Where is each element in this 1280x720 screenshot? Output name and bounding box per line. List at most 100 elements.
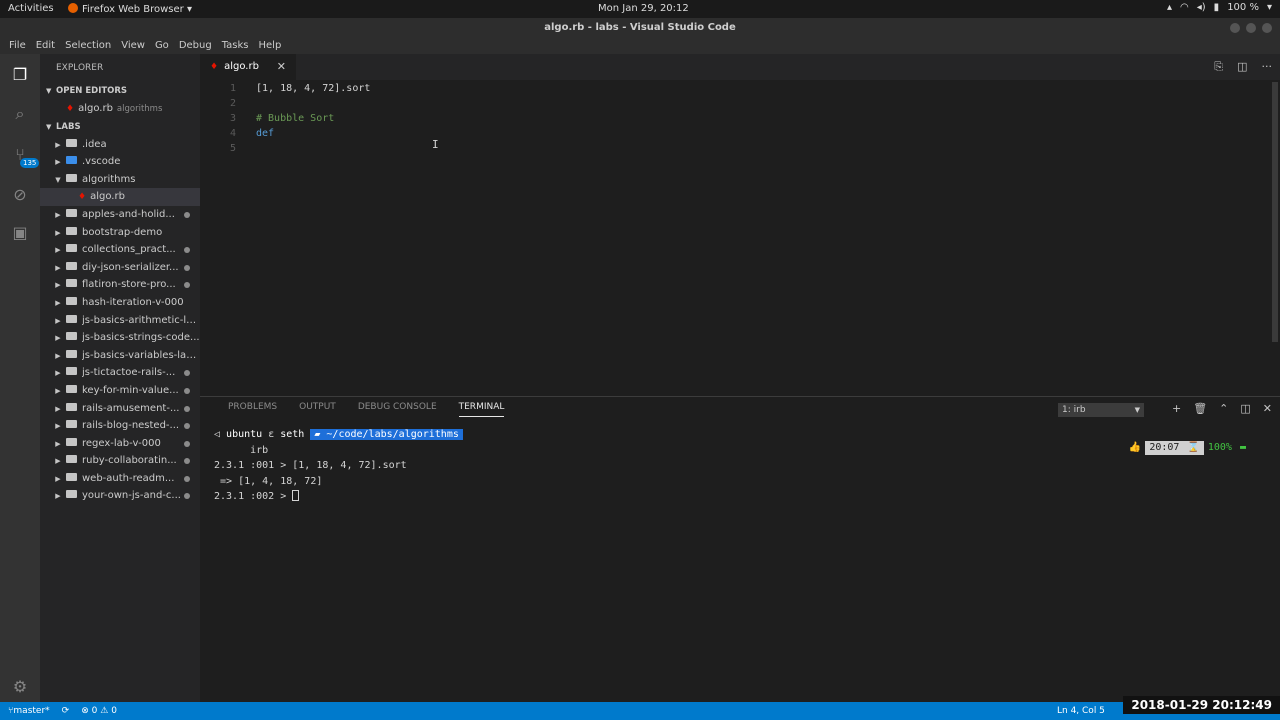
source-control-icon[interactable]: ⑂ 135	[8, 142, 40, 168]
folder-item[interactable]: ▶ js-basics-strings-code...	[40, 329, 200, 347]
folder-item[interactable]: ▶ collections_pract...	[40, 241, 200, 259]
tab-output[interactable]: OUTPUT	[299, 402, 358, 417]
folder-item[interactable]: ▶ js-basics-arithmetic-la...	[40, 312, 200, 330]
file-item[interactable]: ♦ algo.rb	[40, 188, 200, 206]
folder-item[interactable]: ▶ js-tictactoe-rails-...	[40, 364, 200, 382]
terminal-select[interactable]: 1: irb ▼	[1058, 403, 1144, 417]
explorer-sidebar: EXPLORER ▼ OPEN EDITORS ♦ algo.rb algorithm…	[40, 54, 200, 702]
code-editor[interactable]: 1 [1, 18, 4, 72].sort 2 3 # Bubble Sort 4 def 5…	[200, 80, 1280, 393]
system-top-bar: Activities Firefox Web Browser ▾ Mon Jan…	[0, 0, 1280, 18]
folder-item[interactable]: ▶ bootstrap-demo	[40, 224, 200, 242]
tree-item-label: your-own-js-and-c...	[82, 490, 181, 502]
tab-algo-rb[interactable]: ♦ algo.rb ✕	[200, 54, 296, 80]
folder-icon	[66, 349, 77, 358]
search-icon[interactable]: ⌕	[8, 102, 32, 126]
folder-item[interactable]: ▶ regex-lab-v-000	[40, 435, 200, 453]
folder-icon	[66, 402, 77, 411]
menu-view[interactable]: View	[116, 38, 150, 54]
folder-item[interactable]: ▶ hash-iteration-v-000	[40, 294, 200, 312]
app-menu[interactable]: Firefox Web Browser ▾	[68, 3, 192, 15]
activities-button[interactable]: Activities	[8, 3, 54, 14]
system-tray[interactable]: ▴ ◠ ◂) ▮ 100 % ▾	[1167, 2, 1272, 13]
folder-item[interactable]: ▶ diy-json-serializer...	[40, 259, 200, 277]
problems-indicator[interactable]: ⊗ 0 ⚠ 0	[81, 702, 117, 720]
chevron-right-icon: ▶	[55, 474, 61, 483]
tree-item-label: algorithms	[82, 173, 136, 185]
hourglass-icon: ⌛	[1183, 441, 1204, 455]
tree-item-label: apples-and-holid...	[82, 208, 175, 220]
menu-help[interactable]: Help	[254, 38, 287, 54]
folder-icon	[66, 296, 77, 305]
open-changes-icon[interactable]: ⎘	[1214, 60, 1223, 74]
tree-item-label: collections_pract...	[82, 244, 176, 256]
window-title: algo.rb - labs - Visual Studio Code	[544, 22, 736, 33]
extensions-icon[interactable]: ▣	[8, 220, 32, 244]
folder-item[interactable]: ▶ rails-amusement-...	[40, 400, 200, 418]
folder-item[interactable]: ▶ js-basics-variables-lab...	[40, 347, 200, 365]
close-icon[interactable]: ✕	[277, 54, 286, 80]
thumbs-up-icon: 👍	[1128, 442, 1142, 453]
file-tree: ▶ .idea ▶ .vscode ▼ algorithms ♦ algo.rb ▶ apples…	[40, 136, 200, 505]
modified-dot-icon	[184, 475, 190, 482]
folder-item[interactable]: ▶ .vscode	[40, 153, 200, 171]
line-number: 4	[229, 128, 236, 139]
menu-file[interactable]: File	[4, 38, 31, 54]
minimize-button[interactable]	[1230, 23, 1240, 33]
prompt-user: ubuntu	[226, 429, 263, 440]
trash-icon[interactable]: 🗑	[1193, 402, 1207, 415]
code-line: 2	[200, 96, 1260, 111]
debug-icon[interactable]: ⊘	[8, 182, 32, 206]
close-panel-icon[interactable]: ✕	[1263, 402, 1272, 415]
line-text: def	[256, 128, 275, 139]
folder-item[interactable]: ▶ your-own-js-and-c...	[40, 487, 200, 505]
folder-icon	[66, 472, 77, 481]
folder-item[interactable]: ▶ web-auth-readm...	[40, 470, 200, 488]
editor-tab-bar: ♦ algo.rb ✕ ⎘ ◫ ···	[200, 54, 1280, 80]
folder-icon	[66, 226, 77, 235]
close-window-button[interactable]	[1262, 23, 1272, 33]
tree-item-label: js-tictactoe-rails-...	[82, 367, 176, 379]
menu-debug[interactable]: Debug	[174, 38, 217, 54]
tab-terminal[interactable]: TERMINAL	[458, 402, 505, 417]
open-editor-folder: algorithms	[116, 104, 163, 114]
folder-item[interactable]: ▼ algorithms	[40, 171, 200, 189]
maximize-panel-icon[interactable]: ◫	[1240, 402, 1250, 415]
folder-item[interactable]: ▶ flatiron-store-pro...	[40, 276, 200, 294]
chevron-up-icon[interactable]: ⌃	[1219, 402, 1228, 415]
battery-level: 100 %	[1227, 2, 1259, 13]
menu-edit[interactable]: Edit	[31, 38, 60, 54]
more-actions-icon[interactable]: ···	[1262, 60, 1273, 74]
system-clock[interactable]: Mon Jan 29, 20:12	[598, 3, 689, 14]
terminal-output[interactable]: ◁ ubuntu ε seth ▰ ~/code/labs/algorithms…	[214, 427, 463, 505]
scrollbar-thumb[interactable]	[1272, 82, 1278, 342]
open-editor-item[interactable]: ♦ algo.rb algorithms	[40, 100, 200, 118]
new-terminal-icon[interactable]: +	[1172, 402, 1181, 415]
folder-item[interactable]: ▶ .idea	[40, 136, 200, 154]
folder-item[interactable]: ▶ key-for-min-value...	[40, 382, 200, 400]
editor-scrollbar[interactable]	[1270, 80, 1280, 393]
tree-item-label: algo.rb	[90, 191, 125, 203]
code-line: 1 [1, 18, 4, 72].sort	[200, 81, 1260, 96]
chevron-right-icon: ▶	[55, 246, 61, 255]
files-icon[interactable]: ❐	[8, 62, 32, 86]
maximize-button[interactable]	[1246, 23, 1256, 33]
open-editors-header[interactable]: ▼ OPEN EDITORS	[40, 82, 200, 100]
split-editor-icon[interactable]: ◫	[1237, 60, 1247, 74]
prompt-command: irb	[250, 444, 269, 456]
folder-item[interactable]: ▶ apples-and-holid...	[40, 206, 200, 224]
menu-selection[interactable]: Selection	[60, 38, 116, 54]
git-branch[interactable]: ⑂master*	[8, 702, 50, 720]
menu-go[interactable]: Go	[150, 38, 174, 54]
menu-tasks[interactable]: Tasks	[217, 38, 254, 54]
workspace-header[interactable]: ▼ LABS	[40, 118, 200, 136]
tab-problems[interactable]: PROBLEMS	[228, 402, 299, 417]
modified-dot-icon	[184, 423, 190, 430]
tab-label: algo.rb	[224, 61, 259, 72]
chevron-right-icon: ▶	[55, 492, 61, 501]
folder-item[interactable]: ▶ rails-blog-nested-...	[40, 417, 200, 435]
tab-debug-console[interactable]: DEBUG CONSOLE	[358, 402, 459, 417]
sync-icon[interactable]: ⟳	[62, 702, 70, 720]
gear-icon[interactable]: ⚙	[8, 674, 32, 698]
folder-item[interactable]: ▶ ruby-collaboratin...	[40, 452, 200, 470]
cursor-position[interactable]: Ln 4, Col 5	[1057, 706, 1105, 716]
